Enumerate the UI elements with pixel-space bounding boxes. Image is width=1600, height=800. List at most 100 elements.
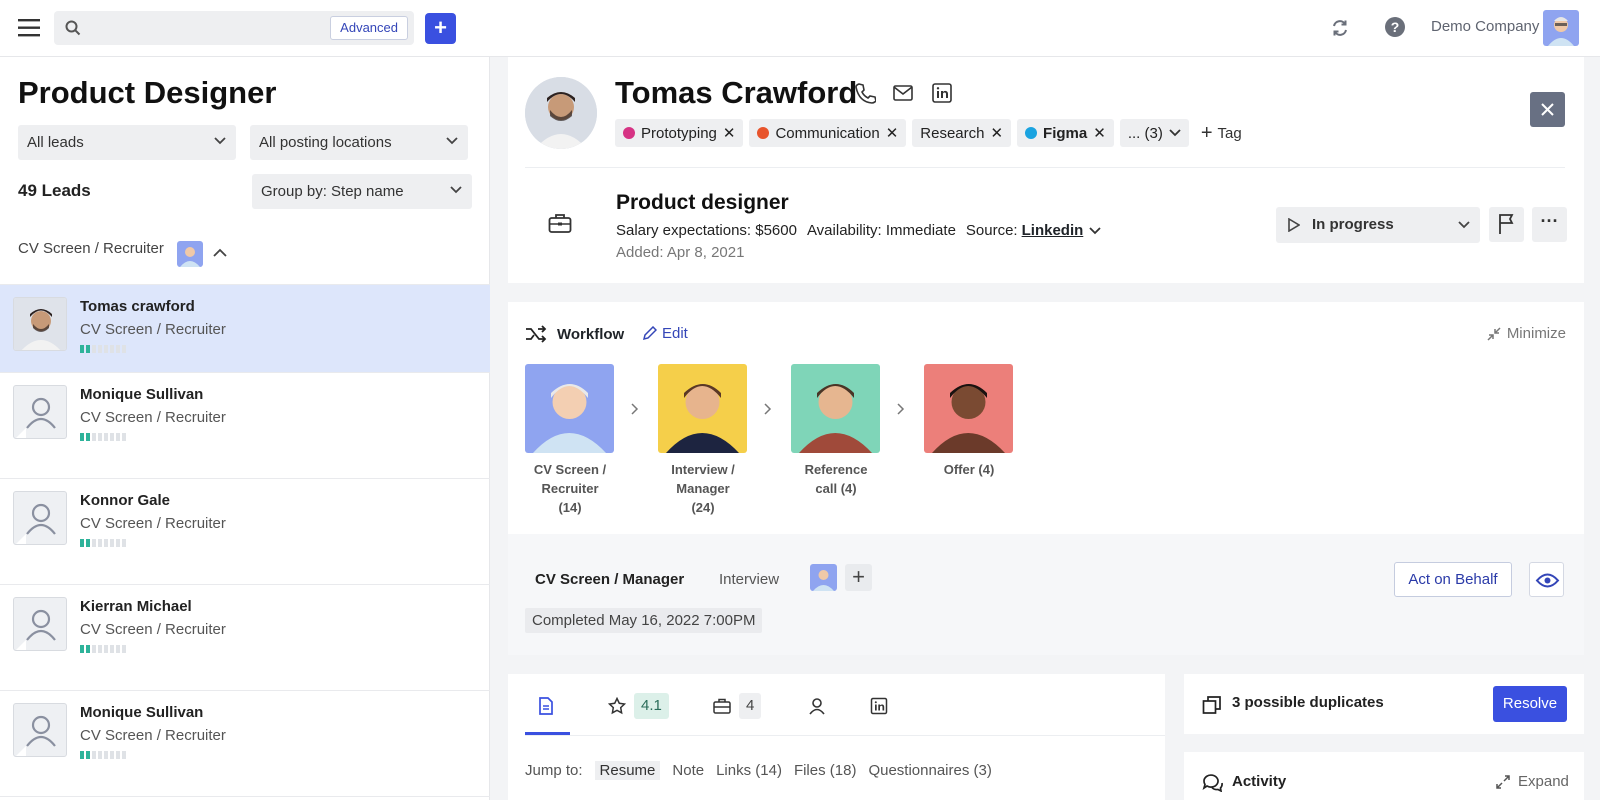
add-tag-button[interactable]: + Tag bbox=[1200, 122, 1242, 144]
eye-icon[interactable] bbox=[1529, 562, 1564, 597]
tab-jobs[interactable]: 4 bbox=[713, 692, 762, 720]
remove-tag-icon[interactable]: ✕ bbox=[886, 124, 899, 142]
flag-button[interactable] bbox=[1489, 207, 1524, 242]
tag-chip[interactable]: Communication ✕ bbox=[749, 119, 907, 147]
more-tags-label: ... (3) bbox=[1127, 124, 1163, 142]
leads-filter-dropdown[interactable]: All leads bbox=[18, 125, 236, 160]
lead-step: CV Screen / Recruiter bbox=[80, 515, 226, 532]
lead-step: CV Screen / Recruiter bbox=[80, 621, 226, 638]
source-link[interactable]: Linkedin bbox=[1022, 222, 1084, 239]
group-avatar bbox=[177, 241, 203, 267]
workflow-stage[interactable]: Interview / Manager (24) bbox=[658, 364, 748, 517]
add-tag-label: Tag bbox=[1217, 124, 1242, 142]
company-name[interactable]: Demo Company bbox=[1431, 18, 1539, 35]
lead-step: CV Screen / Recruiter bbox=[80, 409, 226, 426]
tag-chip[interactable]: Figma ✕ bbox=[1017, 119, 1114, 147]
pencil-icon bbox=[642, 326, 657, 341]
tag-color-dot bbox=[623, 127, 635, 139]
remove-tag-icon[interactable]: ✕ bbox=[990, 124, 1003, 142]
minimize-label: Minimize bbox=[1506, 325, 1566, 342]
chevron-down-icon bbox=[1169, 129, 1181, 137]
refresh-icon[interactable] bbox=[1331, 19, 1349, 37]
more-tags-dropdown[interactable]: ... (3) bbox=[1119, 119, 1189, 147]
search-icon bbox=[65, 20, 81, 36]
close-button[interactable] bbox=[1530, 92, 1565, 127]
candidate-card: Tomas Crawford Prototyping ✕ Communication… bbox=[508, 57, 1584, 283]
jump-files[interactable]: Files (18) bbox=[794, 762, 857, 779]
person-placeholder-icon bbox=[13, 385, 67, 439]
jump-links[interactable]: Links (14) bbox=[716, 762, 782, 779]
tab-resume[interactable] bbox=[538, 692, 554, 720]
jump-note[interactable]: Note bbox=[672, 762, 704, 779]
person-placeholder-icon bbox=[13, 597, 67, 651]
tab-interview[interactable]: Interview bbox=[719, 571, 779, 588]
tab-profile[interactable] bbox=[808, 692, 826, 720]
assignee-avatar[interactable] bbox=[810, 564, 837, 591]
linkedin-icon[interactable] bbox=[931, 82, 953, 104]
group-by-dropdown[interactable]: Group by: Step name bbox=[252, 174, 472, 209]
user-avatar[interactable] bbox=[1543, 10, 1579, 46]
group-header[interactable]: CV Screen / Recruiter bbox=[18, 240, 164, 257]
phone-icon[interactable] bbox=[854, 82, 876, 104]
more-options-button[interactable]: ··· bbox=[1532, 207, 1567, 242]
expand-button[interactable]: Expand bbox=[1496, 773, 1569, 790]
advanced-search-button[interactable]: Advanced bbox=[330, 16, 408, 40]
stage-label-line: Recruiter bbox=[541, 481, 599, 496]
mail-icon[interactable] bbox=[892, 82, 914, 104]
tag-chip[interactable]: Research ✕ bbox=[912, 119, 1012, 147]
duplicates-card: 3 possible duplicates Resolve bbox=[1184, 674, 1584, 734]
act-on-behalf-button[interactable]: Act on Behalf bbox=[1394, 562, 1512, 597]
chevron-down-icon bbox=[446, 137, 458, 145]
lead-item[interactable]: Kierran Michael CV Screen / Recruiter bbox=[0, 584, 490, 691]
workflow-edit-button[interactable]: Edit bbox=[642, 325, 688, 342]
tab-cv-screen-manager[interactable]: CV Screen / Manager bbox=[535, 571, 684, 588]
shuffle-icon bbox=[525, 325, 547, 343]
added-date: Added: Apr 8, 2021 bbox=[616, 244, 745, 261]
chevron-up-icon[interactable] bbox=[213, 248, 227, 257]
stage-label-line: Manager bbox=[676, 481, 730, 496]
tag-chip[interactable]: Prototyping ✕ bbox=[615, 119, 744, 147]
remove-tag-icon[interactable]: ✕ bbox=[723, 124, 736, 142]
leads-count: 49 Leads bbox=[18, 181, 91, 200]
star-icon bbox=[608, 697, 626, 715]
position-title: Product designer bbox=[616, 191, 789, 214]
duplicates-text: 3 possible duplicates bbox=[1232, 694, 1384, 711]
workflow-stage[interactable]: Reference call (4) bbox=[791, 364, 881, 498]
remove-tag-icon[interactable]: ✕ bbox=[1093, 124, 1106, 142]
chevron-down-icon[interactable] bbox=[1089, 226, 1101, 235]
help-icon[interactable]: ? bbox=[1385, 17, 1405, 37]
workflow-stage[interactable]: Offer (4) bbox=[924, 364, 1014, 479]
jump-resume[interactable]: Resume bbox=[594, 761, 661, 780]
minimize-button[interactable]: Minimize bbox=[1487, 325, 1566, 342]
lead-photo bbox=[13, 297, 67, 351]
person-placeholder-icon bbox=[13, 703, 67, 757]
tab-rating[interactable]: 4.1 bbox=[608, 692, 669, 720]
workflow-title: Workflow bbox=[557, 325, 625, 343]
top-bar: Advanced + ? Demo Company bbox=[0, 0, 1600, 57]
jobs-count-badge: 4 bbox=[739, 693, 762, 719]
lead-item[interactable]: Monique Sullivan CV Screen / Recruiter bbox=[0, 690, 490, 797]
duplicate-icon bbox=[1202, 695, 1222, 715]
plus-icon: + bbox=[1200, 122, 1213, 144]
lead-item[interactable]: Konnor Gale CV Screen / Recruiter bbox=[0, 478, 490, 585]
status-dropdown[interactable]: In progress bbox=[1276, 207, 1480, 243]
stage-label-line: (14) bbox=[558, 500, 582, 515]
locations-filter-dropdown[interactable]: All posting locations bbox=[250, 125, 468, 160]
workflow-stage[interactable]: CV Screen / Recruiter (14) bbox=[525, 364, 615, 517]
jump-questionnaires[interactable]: Questionnaires (3) bbox=[868, 762, 991, 779]
lead-item[interactable]: Tomas crawford CV Screen / Recruiter bbox=[0, 284, 490, 373]
menu-icon[interactable] bbox=[17, 17, 41, 39]
resolve-button[interactable]: Resolve bbox=[1493, 686, 1567, 722]
lead-name: Monique Sullivan bbox=[80, 704, 204, 721]
expand-icon bbox=[1496, 774, 1510, 789]
stage-label-line: Offer (4) bbox=[943, 462, 995, 477]
workflow-header: Workflow bbox=[525, 325, 624, 343]
add-button[interactable]: + bbox=[425, 13, 456, 44]
lead-item[interactable]: Monique Sullivan CV Screen / Recruiter bbox=[0, 372, 490, 479]
expand-label: Expand bbox=[1518, 773, 1569, 790]
position-meta: Salary expectations: $5600 Availability:… bbox=[616, 222, 1101, 239]
add-assignee-button[interactable]: + bbox=[845, 564, 872, 591]
candidate-photo bbox=[525, 77, 597, 149]
chevron-down-icon bbox=[450, 186, 462, 194]
tab-linkedin[interactable] bbox=[870, 692, 888, 720]
